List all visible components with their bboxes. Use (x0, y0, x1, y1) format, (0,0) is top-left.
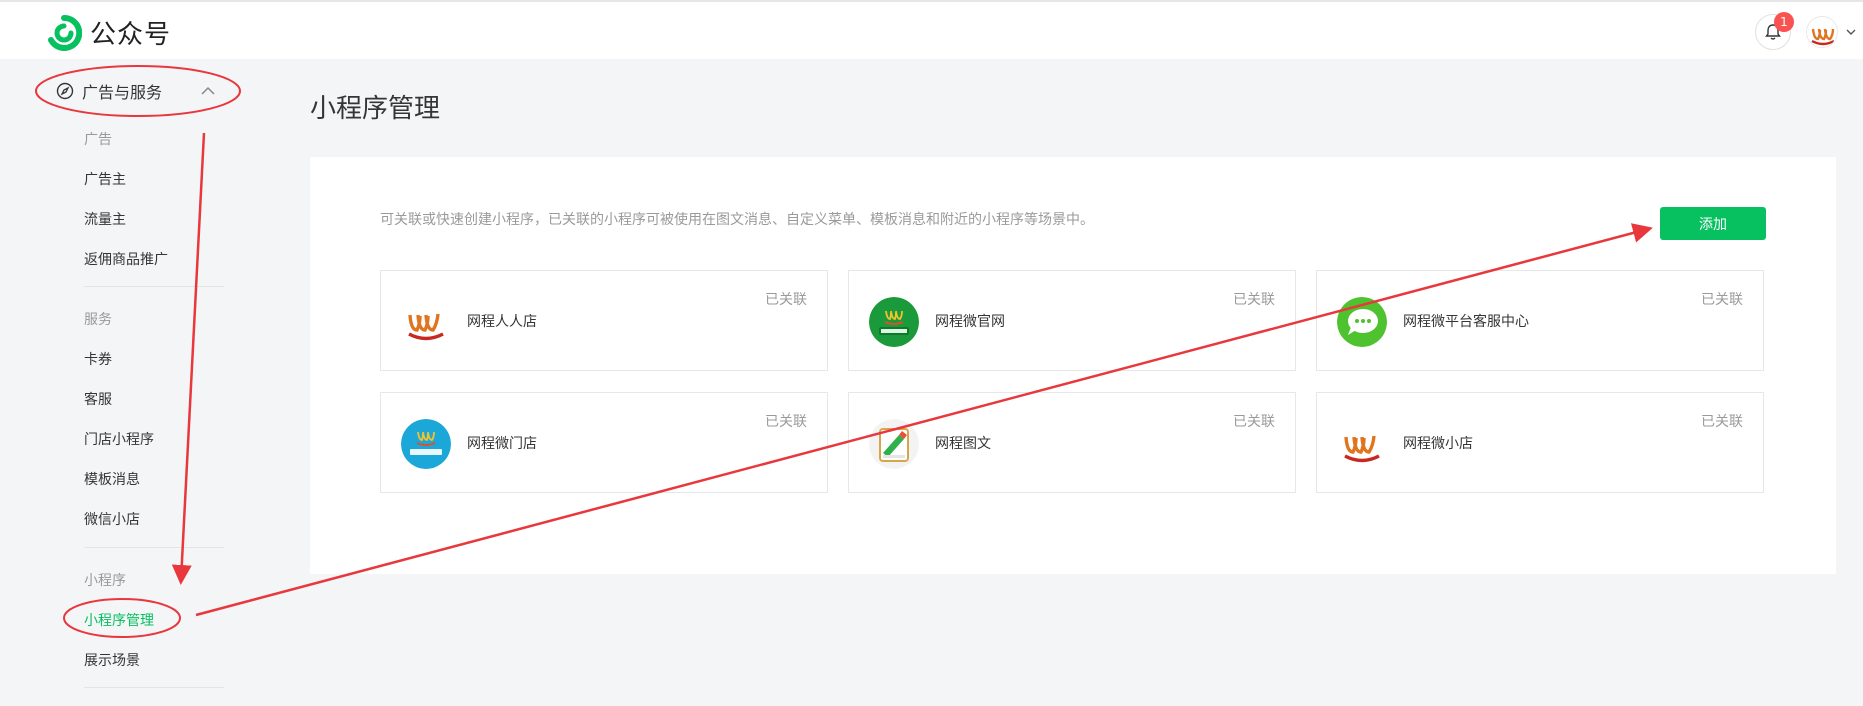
sidebar-group-ads-services[interactable]: 广告与服务 (56, 79, 162, 103)
miniprogram-name: 网程人人店 (467, 314, 537, 330)
miniprogram-card[interactable]: 网程微平台客服中心 已关联 (1316, 270, 1764, 371)
status-badge: 已关联 (1233, 292, 1275, 308)
chevron-down-icon[interactable] (1845, 26, 1857, 38)
status-badge: 已关联 (1233, 414, 1275, 430)
miniprogram-card[interactable]: 网程微官网 已关联 (848, 270, 1296, 371)
sidebar-item-template-messages[interactable]: 模板消息 (84, 469, 140, 489)
sidebar-item-customer-service[interactable]: 客服 (84, 389, 112, 409)
sidebar-divider (84, 286, 224, 287)
top-bar: 公众号 1 (0, 0, 1863, 59)
green-official-site-icon (869, 297, 919, 347)
logo[interactable]: 公众号 (46, 14, 171, 51)
miniprogram-card[interactable]: 网程微门店 已关联 (380, 392, 828, 493)
sidebar-section-title: 服务 (84, 312, 112, 328)
sidebar-item-coupons[interactable]: 卡券 (84, 349, 112, 369)
sidebar-item-store-miniprogram[interactable]: 门店小程序 (84, 429, 154, 449)
chevron-up-icon[interactable] (200, 83, 216, 99)
sidebar: 广告与服务 广告 广告主 流量主 返佣商品推广 服务 卡券 客服 门店小程序 模… (0, 59, 250, 706)
blue-store-icon (401, 419, 451, 469)
miniprogram-name: 网程微门店 (467, 436, 537, 452)
sidebar-item-wechat-store[interactable]: 微信小店 (84, 509, 140, 529)
miniprogram-name: 网程微小店 (1403, 436, 1473, 452)
sidebar-group-label: 广告与服务 (82, 83, 163, 102)
page-title: 小程序管理 (310, 94, 441, 124)
miniprogram-name: 网程图文 (935, 436, 991, 452)
sidebar-divider (84, 547, 224, 548)
chat-bubble-icon (1337, 297, 1387, 347)
wcheng-logo-icon (1337, 419, 1387, 469)
miniprogram-card[interactable]: 网程图文 已关联 (848, 392, 1296, 493)
compass-icon (56, 82, 74, 100)
description-text: 可关联或快速创建小程序，已关联的小程序可被使用在图文消息、自定义菜单、模板消息和… (380, 212, 1094, 228)
wechat-official-logo-icon (48, 14, 82, 51)
miniprogram-name: 网程微平台客服中心 (1403, 314, 1529, 330)
notification-badge: 1 (1774, 12, 1794, 32)
app-title: 公众号 (90, 20, 172, 50)
status-badge: 已关联 (765, 292, 807, 308)
status-badge: 已关联 (765, 414, 807, 430)
sidebar-divider (84, 687, 224, 688)
avatar[interactable] (1806, 16, 1838, 48)
sidebar-item-advertiser[interactable]: 广告主 (84, 169, 126, 189)
miniprogram-card[interactable]: 网程人人店 已关联 (380, 270, 828, 371)
wcheng-logo-icon (401, 297, 451, 347)
sidebar-item-rebate-promotion[interactable]: 返佣商品推广 (84, 249, 168, 269)
content-panel: 可关联或快速创建小程序，已关联的小程序可被使用在图文消息、自定义菜单、模板消息和… (310, 157, 1836, 574)
sidebar-item-miniprogram-management[interactable]: 小程序管理 (84, 610, 154, 630)
sidebar-item-publisher[interactable]: 流量主 (84, 209, 126, 229)
miniprogram-name: 网程微官网 (935, 314, 1005, 330)
sidebar-section-title: 小程序 (84, 573, 126, 589)
sidebar-section-title: 广告 (84, 132, 112, 148)
status-badge: 已关联 (1701, 414, 1743, 430)
miniprogram-card[interactable]: 网程微小店 已关联 (1316, 392, 1764, 493)
status-badge: 已关联 (1701, 292, 1743, 308)
add-button[interactable]: 添加 (1660, 207, 1766, 240)
edit-document-icon (869, 419, 919, 469)
wcheng-logo-icon (1807, 17, 1837, 47)
sidebar-item-display-scenes[interactable]: 展示场景 (84, 650, 140, 670)
